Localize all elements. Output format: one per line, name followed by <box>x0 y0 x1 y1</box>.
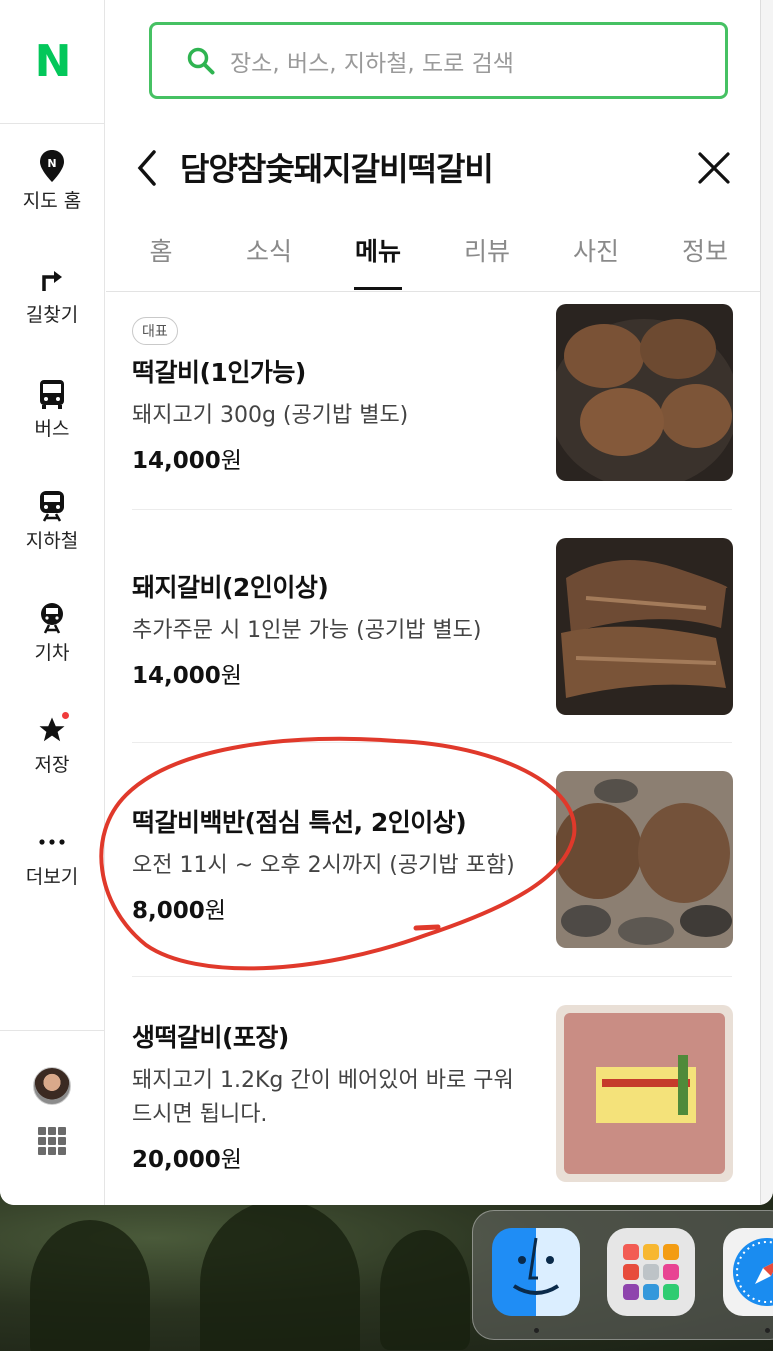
search-input[interactable]: 장소, 버스, 지하철, 도로 검색 <box>149 22 728 99</box>
search-placeholder: 장소, 버스, 지하철, 도로 검색 <box>230 50 514 77</box>
menu-item-photo[interactable] <box>556 771 733 948</box>
close-icon[interactable] <box>696 150 732 186</box>
launchpad-icon[interactable] <box>607 1228 695 1316</box>
page-title: 담양참숯돼지갈비떡갈비 <box>180 150 494 188</box>
tab-menu[interactable]: 메뉴 <box>343 232 413 268</box>
sidebar-item-subway[interactable]: 지하철 <box>0 488 104 553</box>
tab-photos[interactable]: 사진 <box>561 232 631 268</box>
running-indicator <box>765 1328 770 1333</box>
back-arrow-icon[interactable] <box>132 148 162 188</box>
tab-home[interactable]: 홈 <box>126 232 196 268</box>
background-window-edge <box>760 0 773 1205</box>
menu-item-photo[interactable] <box>556 304 733 481</box>
apps-grid-icon[interactable] <box>38 1127 66 1155</box>
sidebar-item-more[interactable]: 더보기 <box>0 824 104 889</box>
menu-item-photo[interactable] <box>556 538 733 715</box>
more-icon <box>0 824 104 860</box>
sidebar-item-label: 지하철 <box>25 530 79 552</box>
menu-item-description: 오전 11시 ~ 오후 2시까지 (공기밥 포함) <box>132 853 515 878</box>
naver-logo[interactable]: N <box>0 0 104 124</box>
sidebar-item-train[interactable]: 기차 <box>0 600 104 665</box>
place-panel: 장소, 버스, 지하철, 도로 검색 담양참숯돼지갈비떡갈비 홈 소식 메뉴 리… <box>106 0 771 1205</box>
menu-item-photo[interactable] <box>556 1005 733 1182</box>
sidebar: N N 지도 홈 길찾기 버스 지하철 기차 저장 더보기 <box>0 0 105 1205</box>
sidebar-item-label: 버스 <box>34 418 70 440</box>
menu-item-description: 추가주문 시 1인분 가능 (공기밥 별도) <box>132 618 482 643</box>
sidebar-item-saved[interactable]: 저장 <box>0 712 104 777</box>
place-header: 담양참숯돼지갈비떡갈비 <box>106 130 760 205</box>
signature-badge: 대표 <box>132 317 178 345</box>
tab-news[interactable]: 소식 <box>234 232 304 268</box>
avatar[interactable] <box>33 1067 71 1105</box>
bus-icon <box>0 376 104 412</box>
running-indicator <box>534 1328 539 1333</box>
sidebar-item-label: 길찾기 <box>25 304 79 326</box>
tab-info[interactable]: 정보 <box>670 232 740 268</box>
subway-icon <box>0 488 104 524</box>
tab-reviews[interactable]: 리뷰 <box>452 232 522 268</box>
finder-icon[interactable] <box>492 1228 580 1316</box>
sidebar-item-label: 더보기 <box>25 866 79 888</box>
svg-text:N: N <box>47 157 56 170</box>
divider <box>132 976 732 977</box>
sidebar-item-map-home[interactable]: N 지도 홈 <box>0 148 104 213</box>
sidebar-item-bus[interactable]: 버스 <box>0 376 104 441</box>
directions-icon <box>0 262 104 298</box>
safari-icon[interactable] <box>723 1228 773 1316</box>
notification-dot <box>62 712 69 719</box>
menu-item-description: 돼지고기 300g (공기밥 별도) <box>132 403 409 428</box>
divider <box>132 509 732 510</box>
app-window: N N 지도 홈 길찾기 버스 지하철 기차 저장 더보기 장소, 버스, 지하… <box>0 0 773 1205</box>
train-icon <box>0 600 104 636</box>
place-tabs: 홈 소식 메뉴 리뷰 사진 정보 <box>106 222 760 292</box>
menu-item-description: 돼지고기 1.2Kg 간이 베어있어 바로 구워 드시면 됩니다. <box>132 1068 514 1127</box>
sidebar-item-label: 기차 <box>34 642 70 664</box>
active-tab-indicator <box>354 287 402 290</box>
sidebar-item-label: 저장 <box>34 754 70 776</box>
sidebar-item-directions[interactable]: 길찾기 <box>0 262 104 327</box>
sidebar-footer <box>0 1030 104 1205</box>
star-icon <box>0 712 104 748</box>
dock <box>472 1210 773 1340</box>
divider <box>132 742 732 743</box>
map-pin-icon: N <box>0 148 104 184</box>
sidebar-item-label: 지도 홈 <box>22 190 82 212</box>
search-icon <box>187 47 215 74</box>
